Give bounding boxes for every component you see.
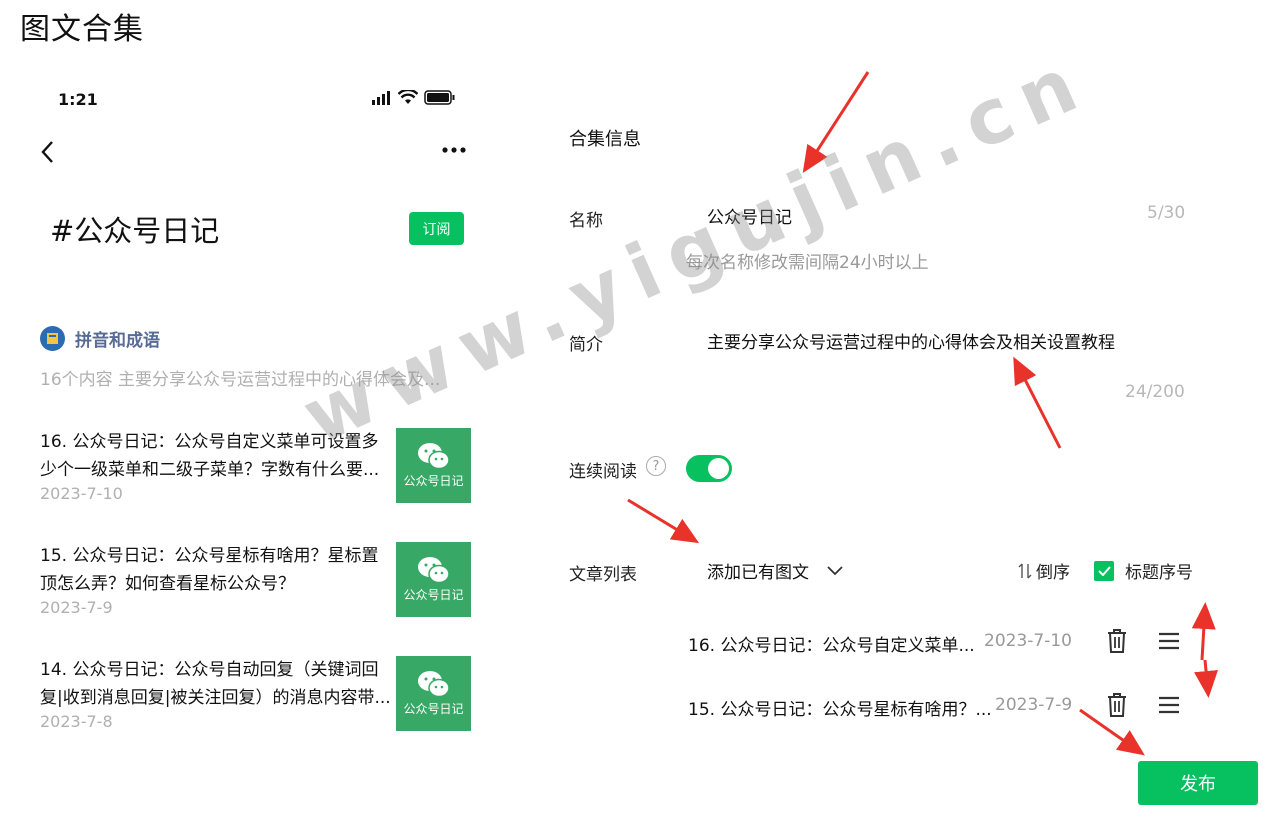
status-time: 1:21 [58, 90, 98, 109]
thumbnail-text: 公众号日记 [403, 702, 464, 716]
thumbnail-text: 公众号日记 [403, 588, 464, 602]
hashtag-title: #公众号日记 [50, 214, 220, 248]
sort-icon [1018, 563, 1032, 578]
reverse-order-toggle[interactable]: 倒序 [1018, 558, 1070, 583]
title-numbering-label: 标题序号 [1125, 563, 1193, 583]
title-numbering-checkbox[interactable] [1094, 560, 1114, 581]
back-icon[interactable] [36, 138, 60, 166]
article-thumbnail: 公众号日记 [396, 542, 471, 617]
article-item[interactable]: 15. 公众号日记：公众号星标有啥用？星标置顶怎么弄？如何查看星标公众号？ 20… [40, 542, 472, 622]
thumbnail-text: 公众号日记 [403, 474, 464, 488]
add-article-dropdown[interactable]: 添加已有图文 [707, 558, 843, 583]
more-icon[interactable] [440, 138, 470, 162]
article-item[interactable]: 16. 公众号日记：公众号自定义菜单可设置多少个一级菜单和二级子菜单？字数有什么… [40, 428, 472, 508]
list-item-date: 2023-7-10 [984, 631, 1072, 651]
toggle-knob [708, 458, 729, 479]
intro-label: 简介 [569, 335, 603, 355]
trash-icon[interactable] [1106, 628, 1128, 654]
intro-char-count: 24/200 [1125, 382, 1185, 402]
title-numbering-option[interactable]: 标题序号 [1094, 558, 1193, 583]
arrow-up-numbering [1191, 602, 1216, 661]
article-title: 15. 公众号日记：公众号星标有啥用？星标置顶怎么弄？如何查看星标公众号？ [40, 546, 379, 594]
article-list-label: 文章列表 [569, 565, 637, 585]
wechat-icon [417, 557, 450, 584]
publish-button[interactable]: 发布 [1138, 761, 1258, 805]
article-list-row: 16. 公众号日记：公众号自定义菜单... 2023-7-10 [688, 628, 1188, 658]
article-title: 14. 公众号日记：公众号自动回复（关键词回复|收到消息回复|被关注回复）的消息… [40, 660, 391, 708]
arrow-down-drag [1194, 659, 1218, 698]
wifi-icon [398, 90, 418, 104]
article-date: 2023-7-9 [40, 598, 113, 617]
article-item[interactable]: 14. 公众号日记：公众号自动回复（关键词回复|收到消息回复|被关注回复）的消息… [40, 656, 472, 736]
arrow-to-intro [1013, 356, 1062, 449]
battery-icon [424, 90, 455, 105]
name-char-count: 5/30 [1147, 203, 1186, 223]
account-avatar [40, 326, 65, 351]
subscribe-button[interactable]: 订阅 [409, 212, 464, 245]
arrow-to-add [627, 498, 700, 544]
article-thumbnail: 公众号日记 [396, 428, 471, 503]
account-description: 16个内容 主要分享公众号运营过程中的心得体会及... [40, 370, 441, 390]
continuous-read-toggle[interactable] [686, 455, 732, 482]
article-list-row: 15. 公众号日记：公众号星标有啥用？... 2023-7-9 [688, 692, 1188, 722]
signal-icon [372, 90, 390, 105]
name-input[interactable]: 公众号日记 [707, 203, 792, 228]
arrow-to-section [802, 71, 870, 174]
name-hint: 每次名称修改需间隔24小时以上 [686, 253, 929, 273]
drag-handle-icon[interactable] [1158, 694, 1180, 716]
sort-label: 倒序 [1036, 563, 1070, 583]
section-title: 合集信息 [569, 129, 641, 150]
name-label: 名称 [569, 211, 603, 231]
trash-icon[interactable] [1106, 692, 1128, 718]
article-title: 16. 公众号日记：公众号自定义菜单可设置多少个一级菜单和二级子菜单？字数有什么… [40, 432, 380, 480]
list-item-title: 16. 公众号日记：公众号自定义菜单... [688, 636, 975, 656]
add-article-label: 添加已有图文 [707, 563, 809, 583]
help-icon[interactable]: ? [646, 456, 666, 476]
chevron-down-icon [827, 565, 843, 575]
wechat-icon [417, 443, 450, 470]
article-thumbnail: 公众号日记 [396, 656, 471, 731]
status-icons [372, 90, 456, 105]
list-item-date: 2023-7-9 [995, 695, 1073, 715]
list-item-title: 15. 公众号日记：公众号星标有啥用？... [688, 700, 992, 720]
article-date: 2023-7-10 [40, 484, 123, 503]
account-name: 拼音和成语 [75, 331, 160, 351]
account-row[interactable]: 拼音和成语 [40, 326, 160, 351]
drag-handle-icon[interactable] [1158, 630, 1180, 652]
wechat-icon [417, 671, 450, 698]
page-title: 图文合集 [20, 12, 144, 47]
book-icon [47, 333, 58, 344]
intro-textarea[interactable]: 主要分享公众号运营过程中的心得体会及相关设置教程 [707, 328, 1115, 353]
check-icon [1097, 565, 1111, 576]
article-date: 2023-7-8 [40, 712, 113, 731]
continuous-read-label: 连续阅读 [569, 462, 637, 482]
